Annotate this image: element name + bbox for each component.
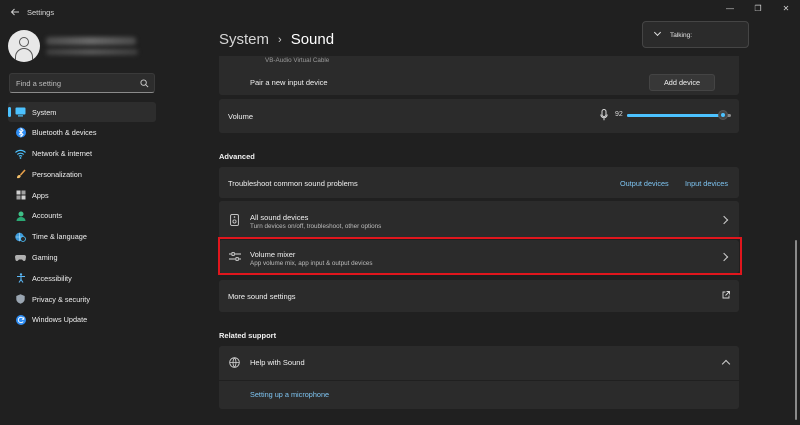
chevron-up-icon[interactable] xyxy=(721,359,731,369)
breadcrumb-separator: › xyxy=(278,33,282,46)
sidebar-item-label: Windows Update xyxy=(32,315,88,325)
search-input[interactable] xyxy=(16,79,134,88)
help-with-sound-label: Help with Sound xyxy=(250,358,305,367)
input-device-name: VB-Audio Virtual Cable xyxy=(265,57,330,64)
pair-input-label: Pair a new input device xyxy=(250,78,328,87)
sidebar-item-windows-update[interactable]: Windows Update xyxy=(8,310,156,330)
mixer-sliders-icon xyxy=(229,252,241,261)
breadcrumb-system[interactable]: System xyxy=(219,31,269,48)
back-button[interactable] xyxy=(8,7,22,21)
input-volume-slider[interactable] xyxy=(627,110,731,120)
volume-mixer-sub: App volume mix, app input & output devic… xyxy=(250,260,373,267)
all-sound-devices-card[interactable]: All sound devices Turn devices on/off, t… xyxy=(219,201,739,239)
globe-icon xyxy=(229,357,240,368)
external-link-icon xyxy=(722,291,730,299)
profile-name-redacted xyxy=(46,37,136,45)
sidebar-item-network[interactable]: Network & internet xyxy=(8,144,156,164)
window-controls: — ❐ ✕ xyxy=(716,0,800,20)
arrow-left-icon xyxy=(10,8,19,16)
sidebar-item-label: Privacy & security xyxy=(32,294,90,304)
slider-thumb[interactable] xyxy=(717,110,728,120)
wifi-icon xyxy=(15,148,26,159)
all-sound-devices-label: All sound devices xyxy=(250,213,309,222)
more-sound-settings-label: More sound settings xyxy=(228,292,296,301)
input-devices-link[interactable]: Input devices xyxy=(685,179,728,188)
brush-icon xyxy=(15,169,26,180)
sidebar-item-label: Accounts xyxy=(32,211,63,221)
talking-text: Talking: xyxy=(670,32,693,39)
sidebar-item-gaming[interactable]: Gaming xyxy=(8,248,156,268)
sidebar-item-apps[interactable]: Apps xyxy=(8,185,156,205)
volume-mixer-card[interactable]: Volume mixer App volume mix, app input &… xyxy=(219,240,739,273)
minimize-button[interactable]: — xyxy=(716,0,744,20)
sidebar-item-system[interactable]: System xyxy=(8,102,156,122)
person-icon xyxy=(15,210,26,221)
chevron-right-icon xyxy=(719,215,729,225)
sidebar-item-bluetooth[interactable]: Bluetooth & devices xyxy=(8,123,156,143)
speaker-device-icon xyxy=(230,214,239,226)
volume-mixer-label: Volume mixer xyxy=(250,250,296,259)
sidebar-item-time-language[interactable]: Time & language xyxy=(8,227,156,247)
troubleshoot-card: Troubleshoot common sound problems Outpu… xyxy=(219,167,739,198)
sidebar-item-label: Accessibility xyxy=(32,273,72,283)
bluetooth-icon xyxy=(15,127,26,138)
sidebar-item-label: Gaming xyxy=(32,253,58,263)
troubleshoot-label: Troubleshoot common sound problems xyxy=(228,179,358,188)
add-device-button[interactable]: Add device xyxy=(649,74,715,91)
search-icon[interactable] xyxy=(140,79,149,88)
page-title: Sound xyxy=(290,31,335,48)
close-button[interactable]: ✕ xyxy=(772,0,800,20)
chevron-right-icon xyxy=(719,252,729,262)
scrollbar[interactable] xyxy=(795,240,797,420)
apps-icon xyxy=(15,190,26,201)
accessibility-icon xyxy=(15,273,26,284)
input-device-card: VB-Audio Virtual Cable Pair a new input … xyxy=(219,56,739,95)
breadcrumb: System › Sound xyxy=(219,31,334,48)
person-icon xyxy=(8,30,40,62)
sidebar-item-label: Time & language xyxy=(32,232,87,242)
volume-label: Volume xyxy=(228,112,254,121)
sidebar-item-label: System xyxy=(32,107,57,117)
chevron-down-icon[interactable] xyxy=(653,28,662,37)
restore-button[interactable]: ❐ xyxy=(744,0,772,20)
user-profile[interactable] xyxy=(8,30,138,62)
sidebar-item-label: Personalization xyxy=(32,169,82,179)
all-sound-devices-sub: Turn devices on/off, troubleshoot, other… xyxy=(250,223,382,230)
sidebar-item-label: Network & internet xyxy=(32,149,93,159)
sidebar-item-privacy-security[interactable]: Privacy & security xyxy=(8,289,156,309)
slider-fill xyxy=(627,114,723,117)
section-title-advanced: Advanced xyxy=(219,152,255,161)
more-sound-settings-card[interactable]: More sound settings xyxy=(219,280,739,312)
help-links-panel: Setting up a microphone xyxy=(219,381,739,409)
sidebar-nav: System Bluetooth & devices Network & int… xyxy=(8,102,156,331)
setting-up-microphone-link[interactable]: Setting up a microphone xyxy=(250,390,329,399)
monitor-icon xyxy=(15,107,26,118)
app-title: Settings xyxy=(27,8,55,17)
sidebar-item-accounts[interactable]: Accounts xyxy=(8,206,156,226)
gamepad-icon xyxy=(15,252,26,263)
update-icon xyxy=(15,314,26,325)
sidebar-item-label: Apps xyxy=(32,190,49,200)
sidebar-item-accessibility[interactable]: Accessibility xyxy=(8,268,156,288)
talking-popup[interactable]: Talking: xyxy=(642,21,749,48)
output-devices-link[interactable]: Output devices xyxy=(620,179,669,188)
profile-email-redacted xyxy=(46,49,138,55)
search-box[interactable] xyxy=(9,73,155,93)
shield-icon xyxy=(15,294,26,305)
help-with-sound-card[interactable]: Help with Sound xyxy=(219,346,739,380)
sidebar-item-personalization[interactable]: Personalization xyxy=(8,164,156,184)
volume-value: 92 xyxy=(615,111,623,118)
microphone-icon[interactable] xyxy=(600,109,608,121)
section-title-related-support: Related support xyxy=(219,331,277,340)
globe-clock-icon xyxy=(15,231,26,242)
sidebar-item-label: Bluetooth & devices xyxy=(32,128,97,138)
